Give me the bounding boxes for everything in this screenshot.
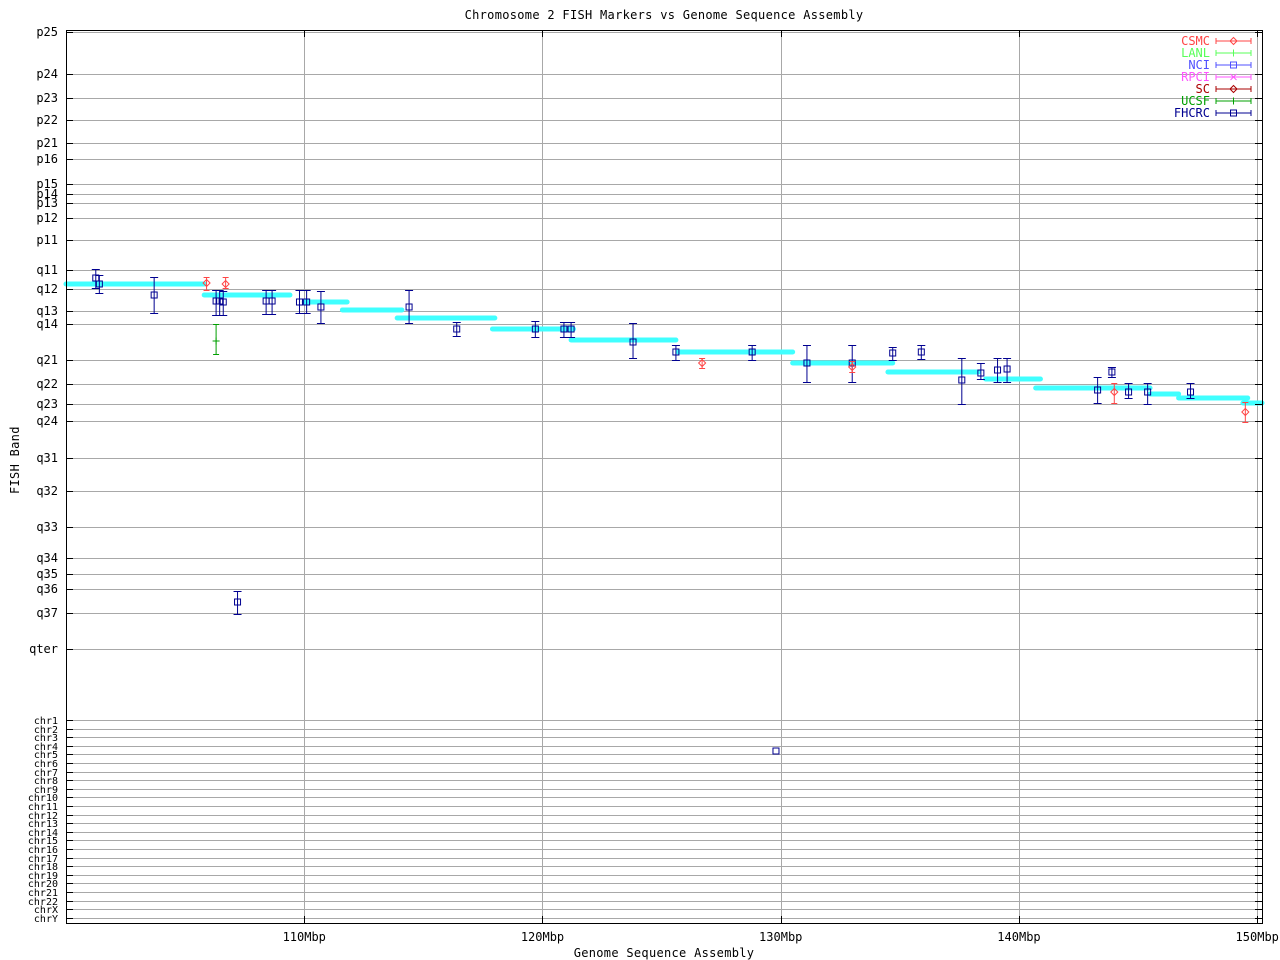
y-tick-label: p22	[36, 113, 58, 127]
y-tick-label: p23	[36, 91, 58, 105]
y-tick-label: q35	[36, 567, 58, 581]
y-tick-label: q14	[36, 317, 58, 331]
y-tick-label: p12	[36, 211, 58, 225]
x-tick-label: 120Mbp	[521, 930, 564, 944]
y-tick-label: q32	[36, 484, 58, 498]
y-tick-label: q37	[36, 606, 58, 620]
y-tick-label: qter	[29, 642, 58, 656]
x-tick-label: 140Mbp	[997, 930, 1040, 944]
y-tick-label: q21	[36, 353, 58, 367]
y-tick-label: q31	[36, 451, 58, 465]
y-tick-label: p11	[36, 233, 58, 247]
y-tick-label: p21	[36, 136, 58, 150]
y-tick-label: chrY	[34, 914, 58, 925]
y-tick-label: q34	[36, 551, 58, 565]
y-tick-label: q24	[36, 414, 58, 428]
y-tick-label: q36	[36, 582, 58, 596]
x-tick-label: 130Mbp	[759, 930, 802, 944]
y-tick-label: p13	[36, 196, 58, 210]
y-tick-label: q11	[36, 263, 58, 277]
y-tick-label: q13	[36, 304, 58, 318]
fish-marker-figure: Chromosome 2 FISH Markers vs Genome Sequ…	[0, 0, 1280, 960]
y-tick-label: q12	[36, 282, 58, 296]
y-tick-label: q23	[36, 397, 58, 411]
plot-area: p25p24p23p22p21p16p15p14p13p12p11q11q12q…	[0, 0, 1280, 960]
marker-square-icon	[773, 748, 779, 754]
x-tick-label: 110Mbp	[283, 930, 326, 944]
y-tick-label: p24	[36, 67, 58, 81]
y-tick-label: q22	[36, 377, 58, 391]
y-tick-label: q33	[36, 520, 58, 534]
y-tick-label: p16	[36, 152, 58, 166]
y-tick-label: p25	[36, 25, 58, 39]
legend-label: FHCRC	[1174, 106, 1210, 120]
x-tick-label: 150Mbp	[1236, 930, 1279, 944]
